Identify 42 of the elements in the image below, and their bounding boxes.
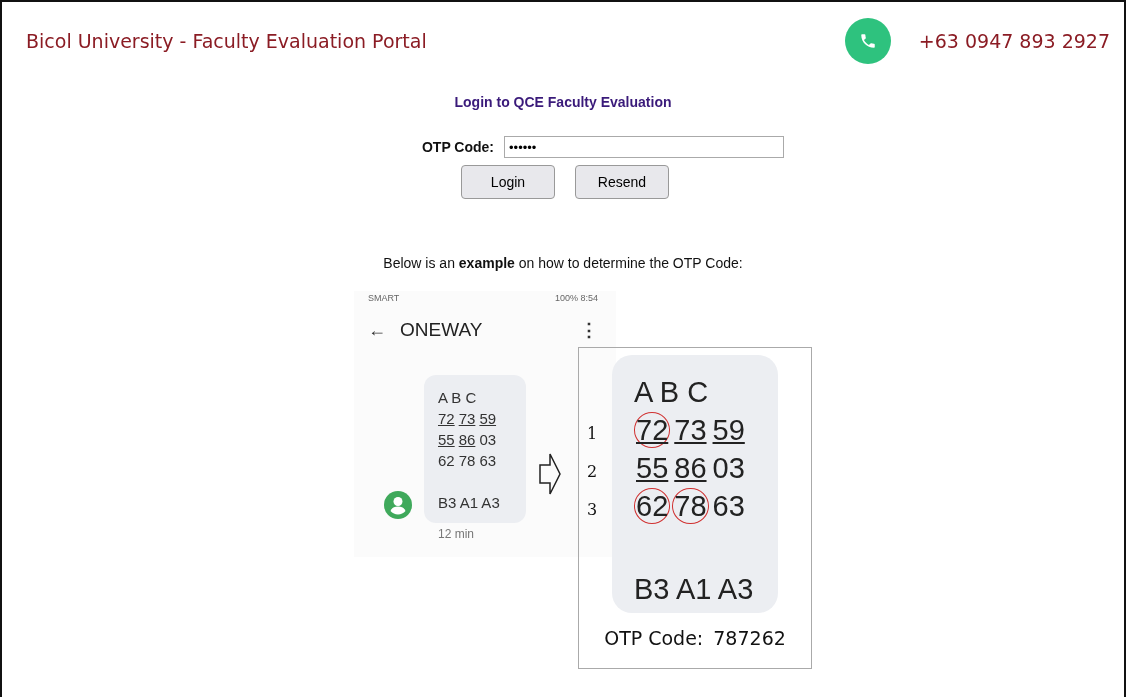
code-cell: 59 xyxy=(479,410,497,427)
key-text: B3 A1 A3 xyxy=(438,493,501,513)
code-cell: 72 xyxy=(438,410,455,427)
message-time: 12 min xyxy=(438,527,476,541)
login-button[interactable]: Login xyxy=(461,165,555,199)
otp-input[interactable]: •••••• xyxy=(504,136,785,158)
code-cell: 03 xyxy=(479,431,497,448)
code-cell: 78 xyxy=(672,488,709,524)
code-cell: 73 xyxy=(458,410,476,427)
example-note: Below is an example on how to determine the OTP Code: xyxy=(383,255,743,271)
code-cell-text: 59 xyxy=(711,413,746,448)
otp-label: OTP Code: xyxy=(421,139,495,155)
phone-number: +63 0947 893 2927 xyxy=(918,30,1110,52)
row-number: 3 xyxy=(586,499,598,521)
code-cell-text: 73 xyxy=(673,413,708,448)
code-cell-text: 86 xyxy=(673,451,708,486)
result-label: OTP Code: xyxy=(604,627,704,649)
column-letters: A B C xyxy=(634,375,710,410)
code-cell: 63 xyxy=(479,452,497,469)
carrier-label: SMART xyxy=(368,293,400,303)
back-arrow-icon: ← xyxy=(368,319,386,341)
code-cell-text: 55 xyxy=(635,451,670,486)
row-number: 1 xyxy=(586,423,598,445)
right-arrow-icon xyxy=(538,451,562,497)
code-cell: 78 xyxy=(458,452,476,469)
more-icon: ⋮ xyxy=(580,319,598,341)
code-cell-text: 63 xyxy=(711,489,746,524)
code-cell-text: 03 xyxy=(711,451,746,486)
status-time: 100% 8:54 xyxy=(554,293,598,303)
phone-icon xyxy=(844,18,891,64)
key-text: B3 A1 A3 xyxy=(634,573,755,606)
resend-button[interactable]: Resend xyxy=(575,165,669,199)
result-code: 787262 xyxy=(713,627,786,649)
row-number: 2 xyxy=(586,461,598,483)
column-letters: A B C xyxy=(438,388,478,408)
code-cell: 62 xyxy=(438,452,455,469)
login-heading: Login to QCE Faculty Evaluation xyxy=(454,94,672,110)
avatar-icon xyxy=(384,491,412,519)
portal-title: Bicol University - Faculty Evaluation Portal xyxy=(26,30,428,52)
code-cell: 86 xyxy=(458,431,476,448)
sender-name: ONEWAY xyxy=(400,319,484,341)
code-cell: 55 xyxy=(438,431,455,448)
